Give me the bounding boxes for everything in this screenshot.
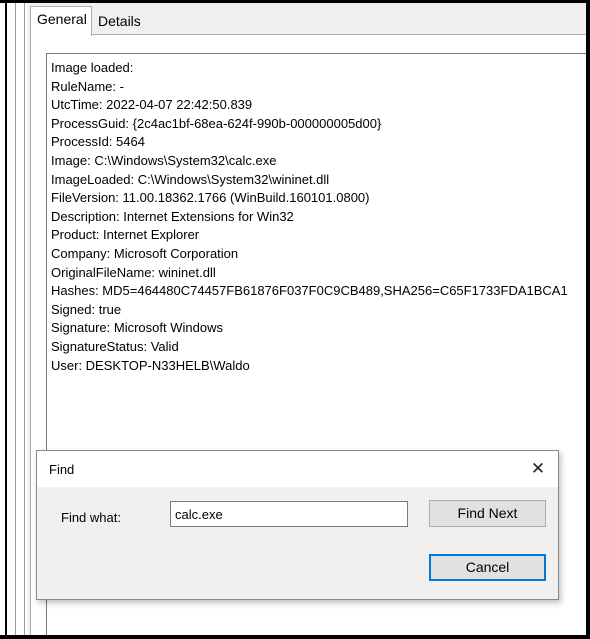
event-detail-line: User: DESKTOP-N33HELB\Waldo: [51, 357, 250, 373]
event-detail-line: RuleName: -: [51, 78, 124, 94]
event-detail-line: Company: Microsoft Corporation: [51, 245, 239, 261]
cancel-button[interactable]: Cancel: [429, 554, 546, 581]
event-properties-window: General Details Image loaded: RuleName: -…: [0, 0, 590, 639]
event-detail-line: SignatureStatus: Valid: [51, 338, 179, 354]
event-detail-line: Hashes: MD5=464480C74457FB61876F037F0C9C…: [51, 283, 568, 299]
divider: [24, 3, 25, 635]
event-detail-line: OriginalFileName: wininet.dll: [51, 264, 216, 280]
find-what-input[interactable]: [170, 501, 408, 527]
divider: [5, 3, 7, 635]
event-detail-line: Image: C:\Windows\System32\calc.exe: [51, 152, 277, 168]
event-detail-line: ProcessId: 5464: [51, 134, 145, 150]
find-next-button[interactable]: Find Next: [429, 500, 546, 527]
event-detail-line: UtcTime: 2022-04-07 22:42:50.839: [51, 97, 253, 113]
tab-details[interactable]: Details: [92, 9, 154, 35]
divider: [15, 3, 16, 635]
event-detail-line: Signature: Microsoft Windows: [51, 320, 223, 336]
event-detail-line: Signed: true: [51, 301, 122, 317]
event-detail-line: Image loaded:: [51, 60, 134, 75]
event-detail-line: ImageLoaded: C:\Windows\System32\wininet…: [51, 171, 330, 187]
tab-general[interactable]: General: [30, 6, 92, 36]
dialog-titlebar[interactable]: Find ✕: [37, 451, 558, 487]
event-detail-line: FileVersion: 11.00.18362.1766 (WinBuild.…: [51, 190, 370, 206]
close-icon[interactable]: ✕: [526, 457, 550, 481]
event-detail-line: Description: Internet Extensions for Win…: [51, 208, 294, 224]
event-detail-line: Product: Internet Explorer: [51, 227, 200, 243]
left-border-strip: [0, 3, 28, 635]
event-details-lines: Image loaded: RuleName: - UtcTime: 2022-04…: [51, 59, 568, 375]
event-detail-line: ProcessGuid: {2c4ac1bf-68ea-624f-990b-00…: [51, 115, 382, 131]
find-what-label: Find what:: [61, 510, 121, 525]
find-dialog: Find ✕ Find what: Find Next Cancel: [36, 450, 559, 600]
dialog-title: Find: [49, 462, 75, 477]
